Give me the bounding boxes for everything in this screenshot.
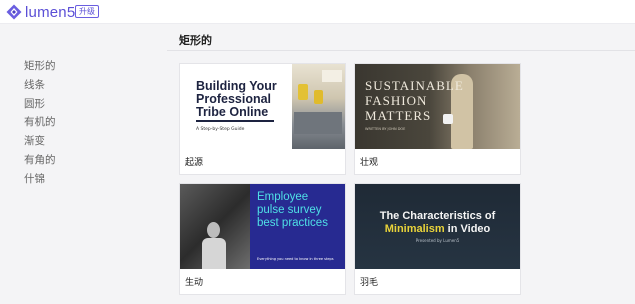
thumbnail-title-line: MATTERS xyxy=(365,108,432,123)
template-card-vivid[interactable]: Employee pulse survey best practices Eve… xyxy=(179,183,346,295)
template-card-label: 起源 xyxy=(185,158,204,168)
thumbnail-title-line: SUSTAINABLE xyxy=(365,78,464,93)
template-card-label: 羽毛 xyxy=(360,278,379,288)
style-category-sidebar: 矩形的 线条 圆形 有机的 渐变 有角的 什锦 xyxy=(24,57,144,189)
template-thumbnail: Employee pulse survey best practices Eve… xyxy=(180,184,345,269)
thumbnail-title-rest: in Video xyxy=(444,223,491,235)
thumbnail-subtitle: Presented by Lumen5 xyxy=(415,238,460,243)
upgrade-button[interactable]: 升级 xyxy=(75,5,99,18)
template-card-label: 生动 xyxy=(185,278,204,288)
thumbnail-title-line: best practices xyxy=(257,217,328,229)
sidebar-item-lines[interactable]: 线条 xyxy=(24,76,144,95)
sidebar-item-rectangular[interactable]: 矩形的 xyxy=(24,57,144,76)
section-divider xyxy=(167,50,635,51)
thumbnail-title-line: pulse survey xyxy=(257,204,322,216)
sidebar-item-angular[interactable]: 有角的 xyxy=(24,151,144,170)
office-photo xyxy=(292,64,345,149)
template-thumbnail: Building Your Professional Tribe Online … xyxy=(180,64,345,149)
thumbnail-title-line: The Characteristics of xyxy=(379,210,496,222)
template-card-origin[interactable]: Building Your Professional Tribe Online … xyxy=(179,63,346,175)
template-thumbnail: SUSTAINABLE FASHION MATTERS WRITTEN BY J… xyxy=(355,64,520,149)
sidebar-item-organic[interactable]: 有机的 xyxy=(24,113,144,132)
thumbnail-title: Building Your Professional Tribe Online xyxy=(196,80,277,119)
thumbnail-subtitle: WRITTEN BY JOHN DOE xyxy=(365,127,406,131)
portrait-photo xyxy=(180,184,250,269)
thumbnail-underline xyxy=(196,120,274,122)
thumbnail-title: Employee pulse survey best practices xyxy=(257,191,328,230)
thumbnail-title-line: Minimalism in Video xyxy=(355,223,520,236)
sidebar-item-circular[interactable]: 圆形 xyxy=(24,95,144,114)
logo[interactable]: lumen5 xyxy=(6,3,75,21)
template-card-feather[interactable]: The Characteristics of Minimalism in Vid… xyxy=(354,183,521,295)
thumbnail-title: The Characteristics of Minimalism in Vid… xyxy=(355,210,520,236)
section-title: 矩形的 xyxy=(179,34,212,47)
thumbnail-subtitle: A Step-by-Step Guide xyxy=(196,127,245,132)
thumbnail-title: SUSTAINABLE FASHION MATTERS xyxy=(365,78,464,123)
template-thumbnail: The Characteristics of Minimalism in Vid… xyxy=(355,184,520,269)
template-card-spectacular[interactable]: SUSTAINABLE FASHION MATTERS WRITTEN BY J… xyxy=(354,63,521,175)
thumbnail-text-panel: Building Your Professional Tribe Online … xyxy=(180,64,292,149)
thumbnail-title-highlight: Minimalism xyxy=(384,223,445,235)
thumbnail-subtitle: Everything you need to know in three ste… xyxy=(257,257,334,261)
lumen5-logo-icon xyxy=(6,4,22,20)
logo-text: lumen5 xyxy=(25,3,76,21)
thumbnail-title-line: Tribe Online xyxy=(196,105,269,119)
template-card-label: 壮观 xyxy=(360,158,379,168)
top-bar: lumen5 升级 xyxy=(0,0,635,24)
sidebar-item-gradient[interactable]: 渐变 xyxy=(24,132,144,151)
sidebar-item-assorted[interactable]: 什锦 xyxy=(24,170,144,189)
thumbnail-title-line: FASHION xyxy=(365,93,428,108)
thumbnail-title-line: Employee xyxy=(257,191,309,203)
